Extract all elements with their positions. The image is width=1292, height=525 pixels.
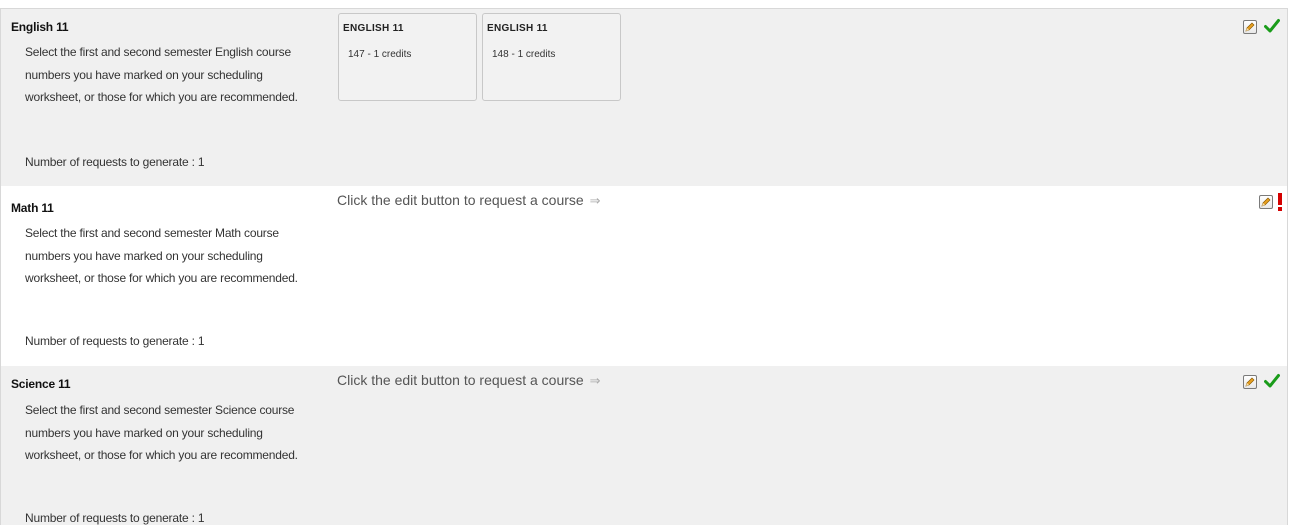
- right-arrow-icon: ⇒: [589, 193, 601, 208]
- course-title: Science 11: [11, 377, 71, 391]
- course-card-name: ENGLISH 11: [343, 23, 404, 34]
- course-description: Select the first and second semester Eng…: [25, 45, 298, 104]
- course-row-english-11: English 11 Select the first and second s…: [0, 8, 1288, 186]
- course-card-name: ENGLISH 11: [487, 23, 548, 34]
- requests-count: Number of requests to generate : 1: [25, 511, 205, 525]
- selected-course-card[interactable]: ENGLISH 11 148 - 1 credits: [482, 13, 621, 101]
- course-title: Math 11: [11, 201, 54, 215]
- checkmark-icon: [1264, 374, 1280, 388]
- course-row-math-11: Math 11 Select the first and second seme…: [0, 186, 1288, 366]
- course-card-info: 147 - 1 credits: [348, 49, 412, 60]
- request-prompt: Click the edit button to request a cours…: [337, 192, 601, 209]
- requests-count: Number of requests to generate : 1: [25, 155, 205, 169]
- course-title: English 11: [11, 20, 69, 34]
- checkmark-icon: [1264, 19, 1280, 33]
- course-description: Select the first and second semester Sci…: [25, 403, 298, 462]
- pencil-edit-icon[interactable]: [1243, 375, 1257, 389]
- request-prompt-text: Click the edit button to request a cours…: [337, 372, 584, 388]
- course-request-list: English 11 Select the first and second s…: [0, 0, 1292, 525]
- request-prompt-text: Click the edit button to request a cours…: [337, 192, 584, 208]
- selected-course-card[interactable]: ENGLISH 11 147 - 1 credits: [338, 13, 477, 101]
- request-prompt: Click the edit button to request a cours…: [337, 372, 601, 389]
- requests-count: Number of requests to generate : 1: [25, 334, 205, 348]
- course-row-science-11: Science 11 Select the first and second s…: [0, 366, 1288, 525]
- course-card-info: 148 - 1 credits: [492, 49, 556, 60]
- exclamation-icon: [1278, 193, 1282, 211]
- pencil-edit-icon[interactable]: [1259, 195, 1273, 209]
- pencil-edit-icon[interactable]: [1243, 20, 1257, 34]
- course-description: Select the first and second semester Mat…: [25, 226, 298, 285]
- right-arrow-icon: ⇒: [589, 373, 601, 388]
